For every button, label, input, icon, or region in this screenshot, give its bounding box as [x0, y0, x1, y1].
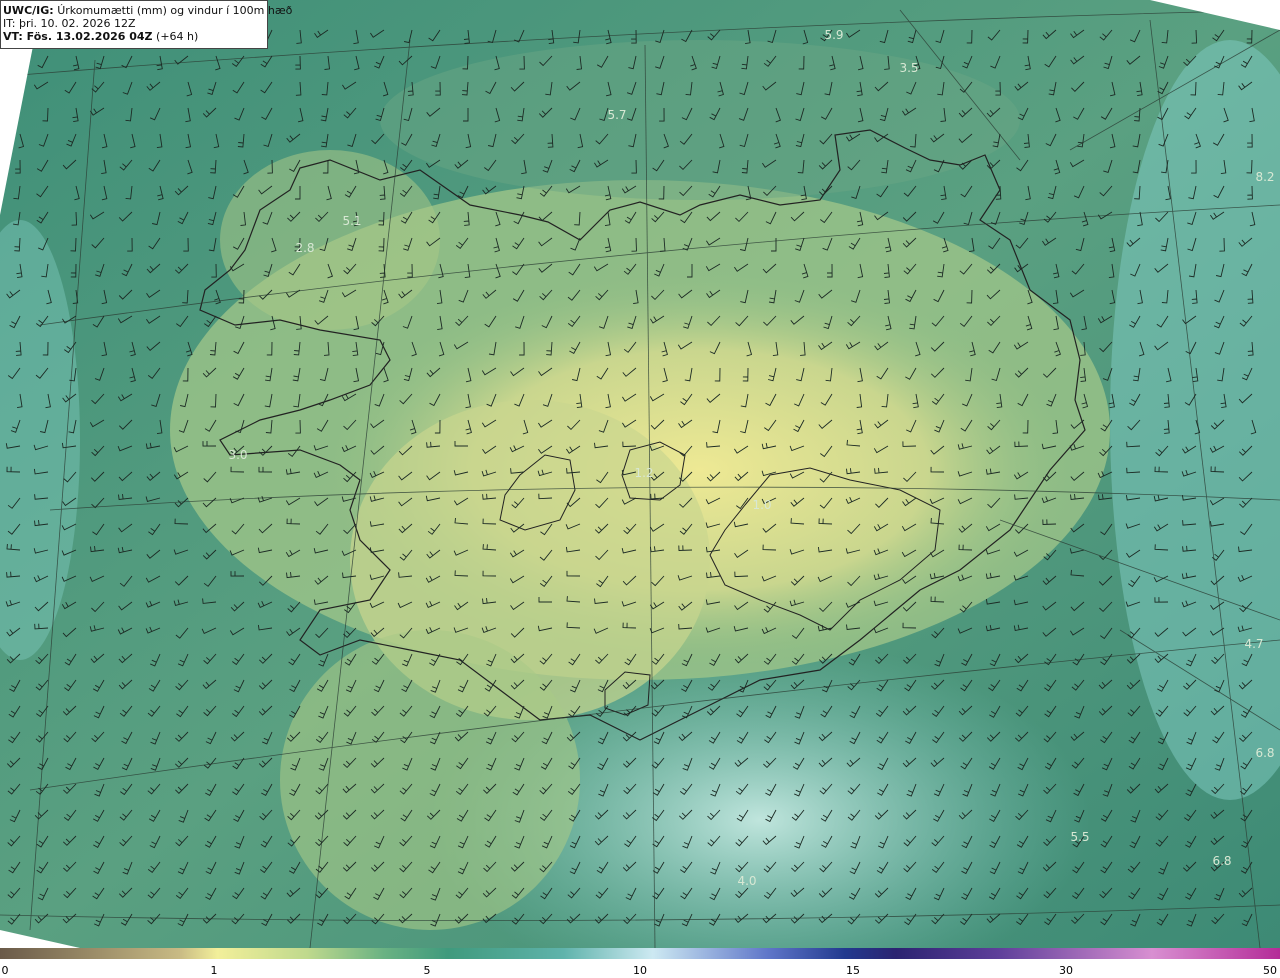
value-label-1: 5.9	[824, 28, 844, 42]
info-title-row: UWC/IG: Úrkomumætti (mm) og vindur í 100…	[3, 4, 292, 17]
wind-barb	[11, 81, 21, 96]
value-label-14: 4.0	[737, 874, 757, 888]
valid-time: VT: Fös. 13.02.2026 04Z	[3, 30, 153, 43]
colorbar-tick-10: 10	[633, 964, 647, 977]
value-label-12: 5.5	[1070, 830, 1090, 844]
valid-time-row: VT: Fös. 13.02.2026 04Z (+64 h)	[3, 30, 263, 43]
colorbar-tick-5: 5	[423, 964, 431, 977]
value-label-5: 2.8	[295, 241, 315, 255]
value-label-8: 1.0	[752, 498, 772, 512]
colorbar-tick-50: 50	[1263, 964, 1277, 977]
colorbar-tick-30: 30	[1059, 964, 1073, 977]
value-label-3: 5.7	[607, 108, 627, 122]
colorbar-gradient	[0, 948, 1280, 959]
colorbar-tick-1: 1	[210, 964, 218, 977]
lead-time: (+64 h)	[156, 30, 199, 43]
model-tag: UWC/IG:	[3, 4, 54, 17]
product-title: Úrkomumætti (mm) og vindur í 100m hæð	[57, 4, 293, 17]
value-label-6: 3.0	[228, 448, 248, 462]
wind-barb	[7, 107, 21, 119]
value-label-11: 6.8	[1255, 746, 1275, 760]
wind-barb	[19, 55, 25, 71]
value-label-9: 8.2	[1255, 170, 1275, 184]
colorbar-tick-0: 0	[1, 964, 9, 977]
value-label-10: 4.7	[1244, 637, 1264, 651]
map-info-box: UWC/IG: Úrkomumætti (mm) og vindur í 100…	[0, 0, 292, 49]
colorbar-tick-15: 15	[846, 964, 860, 977]
value-label-4: 5.1	[342, 214, 362, 228]
value-label-7: 1.2	[634, 466, 654, 480]
init-time: IT: þri. 10. 02. 2026 12Z	[3, 17, 136, 30]
colorbar: 0 1 5 10 15 30 50	[0, 948, 1280, 978]
value-label-2: 3.5	[899, 61, 919, 75]
value-label-13: 6.8	[1212, 854, 1232, 868]
